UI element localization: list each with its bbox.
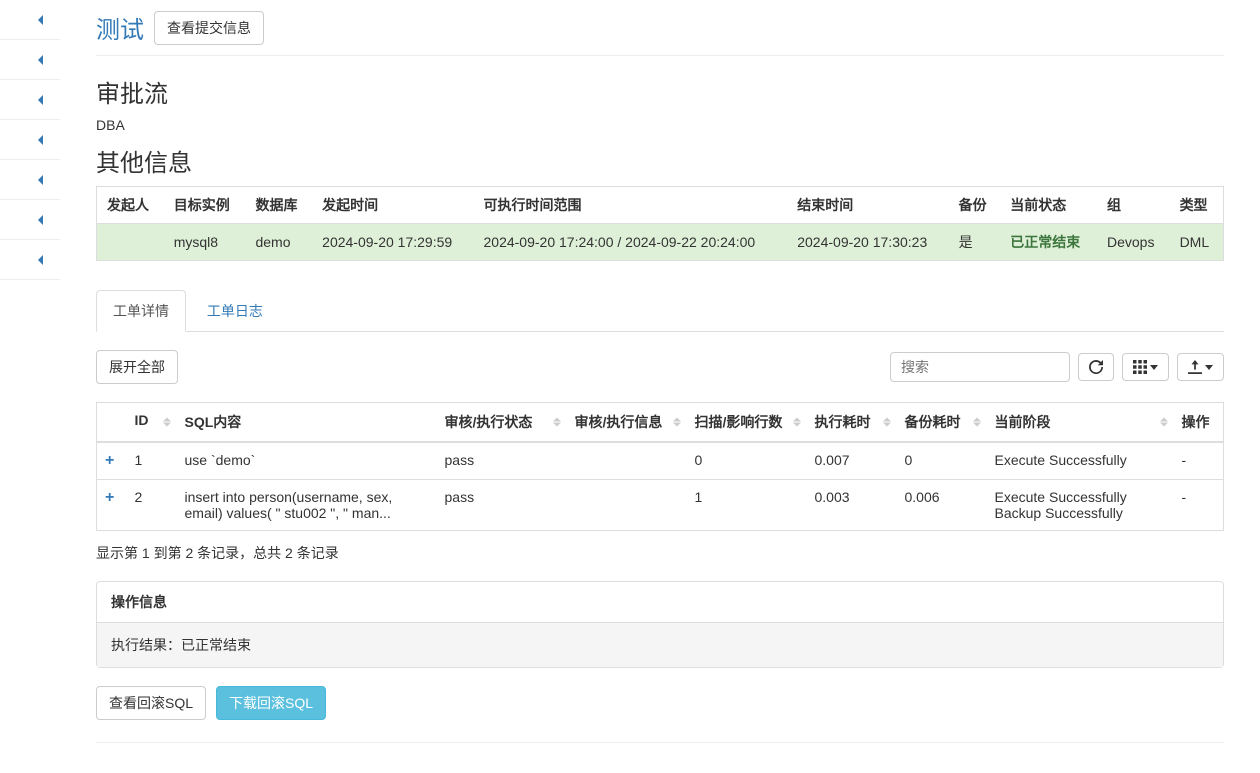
cell-end-time: 2024-09-20 17:30:23 xyxy=(787,224,948,261)
cell-action: - xyxy=(1174,442,1224,480)
columns-button[interactable] xyxy=(1122,353,1169,381)
col-database: 数据库 xyxy=(245,187,312,224)
refresh-button[interactable] xyxy=(1078,353,1114,381)
col-status[interactable]: 审核/执行状态 xyxy=(437,403,567,443)
header: 测试 查看提交信息 xyxy=(96,10,1224,56)
col-backup: 备份 xyxy=(949,187,1001,224)
sidebar-item-6[interactable] xyxy=(0,200,60,240)
expand-icon[interactable]: + xyxy=(105,452,114,469)
cell-backup-time: 0 xyxy=(897,442,987,480)
info-row: mysql8 demo 2024-09-20 17:29:59 2024-09-… xyxy=(97,224,1224,261)
sidebar xyxy=(0,0,60,739)
col-stage[interactable]: 当前阶段 xyxy=(987,403,1174,443)
approval-role: DBA xyxy=(96,117,1224,133)
sidebar-item-2[interactable] xyxy=(0,40,60,80)
col-group: 组 xyxy=(1097,187,1170,224)
info-table: 发起人 目标实例 数据库 发起时间 可执行时间范围 结束时间 备份 当前状态 组… xyxy=(96,186,1224,261)
export-button[interactable] xyxy=(1177,353,1224,381)
result-label: 执行结果： xyxy=(111,637,181,653)
cell-status: pass xyxy=(437,442,567,480)
cell-id: 2 xyxy=(127,480,177,531)
cell-backup: 是 xyxy=(949,224,1001,261)
cell-rows: 0 xyxy=(687,442,807,480)
cell-action: - xyxy=(1174,480,1224,531)
action-row: 查看回滚SQL 下载回滚SQL xyxy=(96,686,1224,720)
col-expand xyxy=(97,403,127,443)
cell-stage: Execute Successfully Backup Successfully xyxy=(987,480,1174,531)
tabs: 工单详情 工单日志 xyxy=(96,289,1224,332)
sidebar-item-5[interactable] xyxy=(0,160,60,200)
expand-all-button[interactable]: 展开全部 xyxy=(96,350,178,384)
separator xyxy=(96,742,1224,743)
cell-id: 1 xyxy=(127,442,177,480)
expand-icon[interactable]: + xyxy=(105,489,114,506)
cell-start-time: 2024-09-20 17:29:59 xyxy=(312,224,473,261)
chevron-down-icon xyxy=(1150,365,1158,370)
cell-exec-time: 0.007 xyxy=(807,442,897,480)
view-submit-info-button[interactable]: 查看提交信息 xyxy=(154,11,264,45)
col-action: 操作 xyxy=(1174,403,1224,443)
col-status: 当前状态 xyxy=(1000,187,1097,224)
result-value: 已正常结束 xyxy=(181,637,251,653)
export-icon xyxy=(1188,360,1202,374)
toolbar: 展开全部 xyxy=(96,350,1224,384)
view-rollback-button[interactable]: 查看回滚SQL xyxy=(96,686,206,720)
cell-initiator xyxy=(97,224,164,261)
op-info-body: 执行结果：已正常结束 xyxy=(97,623,1223,667)
col-instance: 目标实例 xyxy=(164,187,246,224)
col-id[interactable]: ID xyxy=(127,403,177,443)
tab-log[interactable]: 工单日志 xyxy=(190,290,280,331)
search-input[interactable] xyxy=(890,352,1070,382)
cell-stage: Execute Successfully xyxy=(987,442,1174,480)
col-exec-window: 可执行时间范围 xyxy=(474,187,788,224)
cell-status: pass xyxy=(437,480,567,531)
cell-rows: 1 xyxy=(687,480,807,531)
approval-heading: 审批流 xyxy=(96,74,1224,109)
col-info[interactable]: 审核/执行信息 xyxy=(567,403,687,443)
cell-instance: mysql8 xyxy=(164,224,246,261)
grid-icon xyxy=(1133,360,1147,374)
sidebar-item-7[interactable] xyxy=(0,240,60,280)
cell-database: demo xyxy=(245,224,312,261)
cell-info xyxy=(567,442,687,480)
cell-status: 已正常结束 xyxy=(1000,224,1097,261)
pager-info: 显示第 1 到第 2 条记录，总共 2 条记录 xyxy=(96,543,1224,563)
other-info-heading: 其他信息 xyxy=(96,143,1224,178)
col-start-time: 发起时间 xyxy=(312,187,473,224)
page-title: 测试 xyxy=(96,10,144,45)
refresh-icon xyxy=(1089,360,1103,374)
col-rows[interactable]: 扫描/影响行数 xyxy=(687,403,807,443)
col-backup-time[interactable]: 备份耗时 xyxy=(897,403,987,443)
download-rollback-button[interactable]: 下载回滚SQL xyxy=(216,686,326,720)
col-exec-time[interactable]: 执行耗时 xyxy=(807,403,897,443)
cell-content: insert into person(username, sex, email)… xyxy=(177,480,437,531)
cell-backup-time: 0.006 xyxy=(897,480,987,531)
sidebar-item-1[interactable] xyxy=(0,0,60,40)
col-type: 类型 xyxy=(1170,187,1224,224)
col-content[interactable]: SQL内容 xyxy=(177,403,437,443)
sql-table: ID SQL内容 审核/执行状态 审核/执行信息 扫描/影响行数 执行耗时 备份… xyxy=(96,402,1224,531)
col-end-time: 结束时间 xyxy=(787,187,948,224)
sidebar-item-3[interactable] xyxy=(0,80,60,120)
cell-exec-window: 2024-09-20 17:24:00 / 2024-09-22 20:24:0… xyxy=(474,224,788,261)
cell-exec-time: 0.003 xyxy=(807,480,897,531)
op-info-title: 操作信息 xyxy=(97,582,1223,623)
sidebar-item-4[interactable] xyxy=(0,120,60,160)
table-row: +1use `demo`pass00.0070Execute Successfu… xyxy=(97,442,1224,480)
cell-content: use `demo` xyxy=(177,442,437,480)
main-content: 测试 查看提交信息 审批流 DBA 其他信息 发起人 目标实例 数据库 发起时间… xyxy=(60,0,1260,773)
chevron-down-icon xyxy=(1205,365,1213,370)
op-info-panel: 操作信息 执行结果：已正常结束 xyxy=(96,581,1224,668)
col-initiator: 发起人 xyxy=(97,187,164,224)
table-row: +2insert into person(username, sex, emai… xyxy=(97,480,1224,531)
cell-group: Devops xyxy=(1097,224,1170,261)
cell-type: DML xyxy=(1170,224,1224,261)
tab-detail[interactable]: 工单详情 xyxy=(96,290,186,332)
cell-info xyxy=(567,480,687,531)
